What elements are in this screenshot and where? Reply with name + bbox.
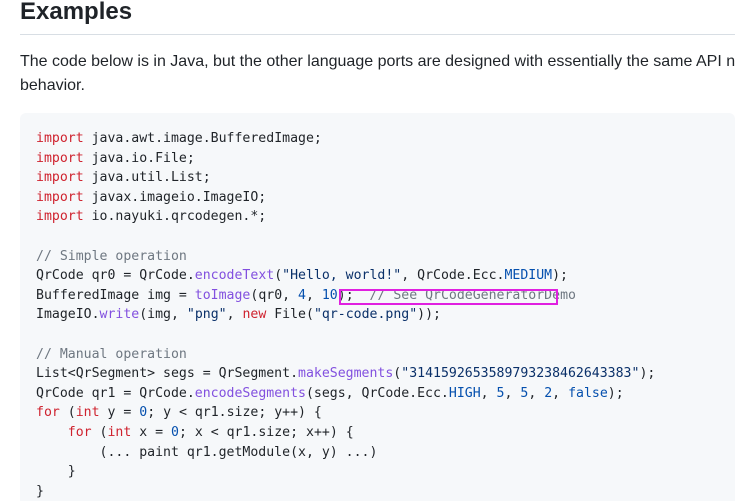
code-keyword: import — [36, 189, 84, 205]
code-string: "Hello, world!" — [282, 268, 402, 284]
code-line: import io.nayuki.qrcodegen.*; — [36, 207, 655, 227]
code-text: ( — [59, 405, 76, 421]
code-text: File( — [266, 307, 314, 323]
code-block[interactable]: import java.awt.image.BufferedImage; impo… — [20, 113, 735, 501]
code-text: x = — [131, 424, 172, 440]
code-keyword: import — [36, 131, 84, 146]
code-text: } — [36, 464, 76, 480]
code-line: List<QrSegment> segs = QrSegment.makeSeg… — [36, 364, 655, 384]
code-method: makeSegments — [298, 366, 394, 382]
code-string: "qr-code.png" — [313, 307, 418, 323]
code-string: "png" — [186, 307, 227, 323]
code-line: ImageIO.write(img, "png", new File("qr-c… — [36, 305, 655, 325]
code-text: ; y < qr1.size; y++) { — [147, 405, 322, 421]
code-text: (img, — [139, 307, 187, 323]
code-constant: 0 — [139, 405, 148, 421]
code-text: java.awt.image.BufferedImage; — [83, 131, 322, 146]
code-constant: false — [568, 385, 608, 401]
code-text: , — [480, 385, 497, 401]
code-text: , QrCode.Ecc. — [401, 268, 505, 284]
heading-divider — [20, 34, 735, 35]
code-text: java.io.File; — [83, 150, 195, 166]
code-line: QrCode qr1 = QrCode.encodeSegments(segs,… — [36, 384, 655, 404]
code-line: } — [36, 482, 655, 501]
code-text: javax.imageio.ImageIO; — [83, 189, 267, 205]
code-text: QrCode qr0 = QrCode. — [36, 268, 195, 284]
code-method: toImage — [194, 287, 251, 303]
code-keyword: int — [107, 424, 132, 440]
code-line: BufferedImage img = toImage(qr0, 4, 10);… — [36, 286, 655, 306]
code-line: import javax.imageio.ImageIO; — [36, 188, 655, 208]
code-text: ); — [552, 268, 568, 284]
code-line: import java.util.List; — [36, 168, 655, 188]
code-comment: // See QrCodeGeneratorDemo — [369, 287, 576, 303]
code-text: ; x < qr1.size; x++) { — [178, 424, 354, 440]
code-method: encodeSegments — [194, 385, 306, 401]
code-text: List<QrSegment> segs = QrSegment. — [36, 366, 299, 382]
code-line: import java.io.File; — [36, 149, 655, 169]
code-text: ); — [639, 366, 656, 382]
code-text: BufferedImage img = — [36, 287, 195, 303]
code-line: // Manual operation — [36, 345, 655, 365]
code-line: for (int y = 0; y < qr1.size; y++) { — [36, 403, 655, 423]
code-keyword: import — [36, 209, 84, 225]
code-text: java.util.List; — [83, 170, 211, 186]
code-line: for (int x = 0; x < qr1.size; x++) { — [36, 423, 655, 443]
code-content: import java.awt.image.BufferedImage; impo… — [36, 129, 655, 501]
code-text: y = — [99, 405, 140, 421]
code-keyword: for — [36, 405, 60, 421]
code-text: , — [226, 307, 243, 323]
code-text: ( — [274, 268, 283, 284]
code-text: , — [528, 385, 545, 401]
code-method: write — [99, 307, 140, 323]
intro-paragraph: The code below is in Java, but the other… — [20, 53, 735, 94]
code-line: (... paint qr1.getModule(x, y) ...) — [36, 443, 655, 463]
code-text: (... paint qr1.getModule(x, y) ...) — [36, 444, 378, 460]
code-keyword: int — [75, 405, 100, 421]
code-text: (qr0, — [250, 287, 299, 303]
section-heading: Examples — [20, 0, 133, 25]
code-text: ); — [337, 287, 370, 303]
code-line: } — [36, 462, 655, 482]
code-constant: 4 — [298, 287, 306, 303]
code-text: , — [552, 385, 569, 401]
code-constant: 10 — [321, 287, 338, 303]
code-method: encodeText — [194, 268, 275, 284]
code-text: , — [305, 287, 322, 303]
code-text: , — [504, 385, 521, 401]
code-text: ImageIO. — [36, 307, 100, 323]
code-constant: 2 — [544, 385, 553, 401]
code-keyword: import — [36, 170, 84, 186]
code-constant: 0 — [171, 424, 179, 440]
code-comment: // Manual operation — [36, 346, 187, 362]
code-keyword: for — [67, 424, 92, 440]
code-text: QrCode qr1 = QrCode. — [36, 385, 195, 401]
code-keyword: new — [242, 307, 267, 323]
code-text: ( — [91, 424, 108, 440]
code-text: io.nayuki.qrcodegen.*; — [83, 209, 267, 225]
code-text: ); — [607, 385, 624, 401]
code-line: // Simple operation — [36, 247, 655, 267]
code-comment: // Simple operation — [36, 248, 187, 264]
code-keyword: import — [36, 150, 84, 166]
code-text: )); — [417, 307, 441, 323]
code-line: import java.awt.image.BufferedImage; — [36, 129, 655, 149]
code-text: } — [36, 483, 44, 499]
code-constant: HIGH — [448, 385, 481, 401]
code-string: "3141592653589793238462643383" — [401, 366, 640, 382]
code-text: (segs, QrCode.Ecc. — [305, 385, 449, 401]
code-line: QrCode qr0 = QrCode.encodeText("Hello, w… — [36, 266, 655, 286]
code-constant: MEDIUM — [504, 268, 553, 284]
